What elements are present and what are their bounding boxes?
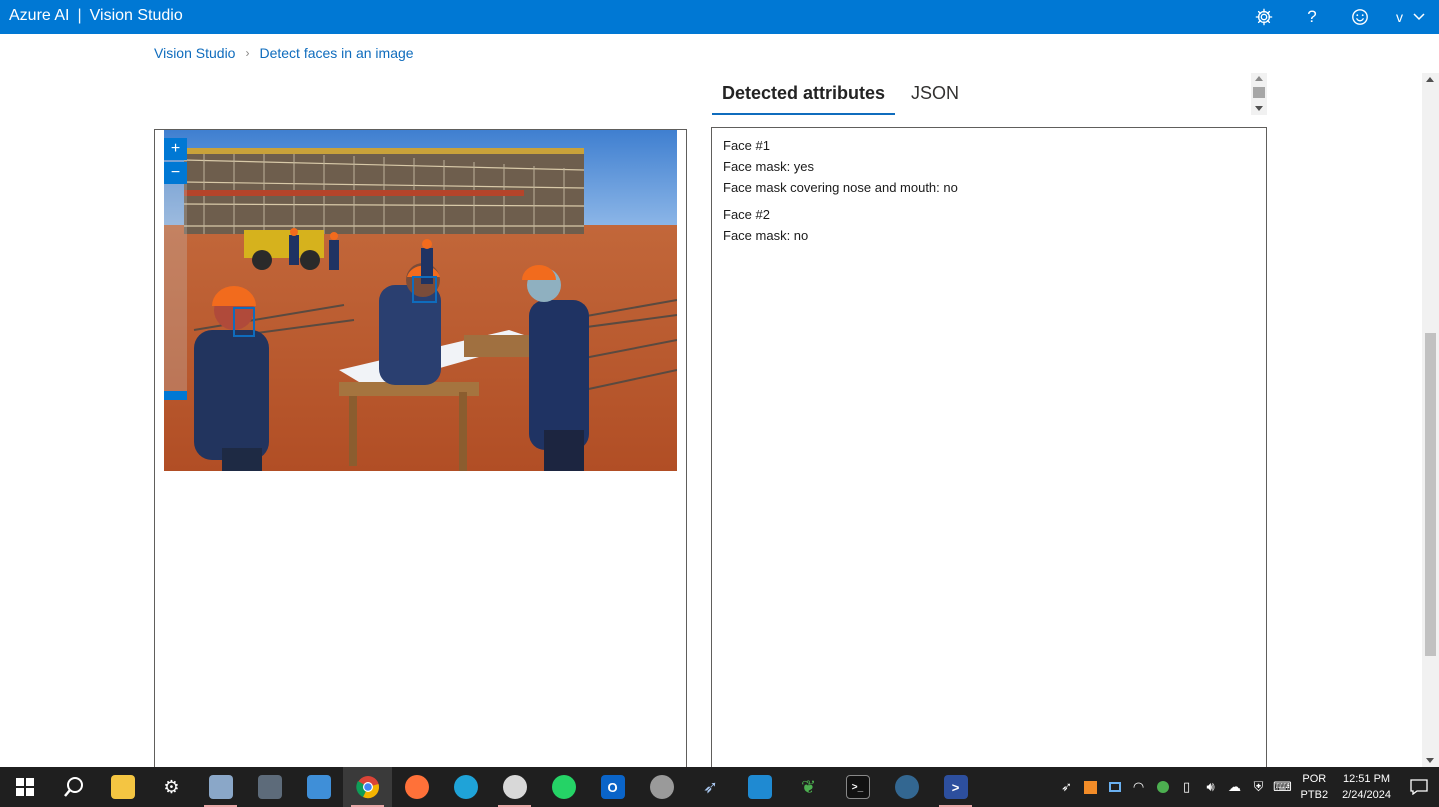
feedback-smiley-icon[interactable] [1336, 0, 1384, 34]
whatsapp-icon[interactable] [539, 767, 588, 807]
zoom-in-button[interactable]: + [164, 138, 187, 160]
store-icon[interactable] [294, 767, 343, 807]
page-scrollbar[interactable] [1422, 73, 1439, 767]
sync-icon[interactable] [1151, 767, 1175, 807]
help-icon[interactable]: ? [1288, 0, 1336, 34]
chevron-down-icon [1413, 13, 1425, 21]
user-initial: v [1396, 9, 1403, 25]
postgres-icon[interactable] [882, 767, 931, 807]
brand-name: Azure AI [9, 7, 70, 24]
search-icon[interactable] [49, 767, 98, 807]
start-icon[interactable] [0, 767, 49, 807]
face-title: Face #2 [723, 207, 770, 222]
file-explorer-icon[interactable] [98, 767, 147, 807]
powershell-icon[interactable]: > [931, 767, 980, 807]
edge-icon[interactable] [441, 767, 490, 807]
clock-time: 12:51 PM [1342, 773, 1391, 785]
tabs-scrollbar[interactable] [1251, 73, 1267, 115]
face-attribute: Face mask covering nose and mouth: no [723, 180, 958, 195]
firefox-icon[interactable] [392, 767, 441, 807]
system-tray: ➶ ◠ ▯ 🔊︎ ☁ ⛨ ⌨ POR PTB2 12:51 PM 2/24/20… [1055, 767, 1439, 807]
keyboard-layout: PTB2 [1300, 789, 1329, 801]
tab-json[interactable]: JSON [901, 77, 969, 115]
result-tabs: Detected attributes JSON [712, 77, 975, 117]
face-attribute: Face mask: no [723, 228, 809, 243]
help-glyph: ? [1307, 7, 1317, 26]
face-attribute: Face mask: yes [723, 159, 815, 174]
breadcrumb: Vision Studio › Detect faces in an image [154, 45, 414, 61]
wifi-icon[interactable]: ◠ [1127, 767, 1151, 807]
settings-icon[interactable]: ⚙ [147, 767, 196, 807]
scroll-thumb[interactable] [1425, 333, 1436, 656]
scroll-thumb[interactable] [1253, 87, 1265, 98]
breadcrumb-vision-studio[interactable]: Vision Studio [154, 45, 235, 61]
calculator-icon[interactable] [245, 767, 294, 807]
photos-icon[interactable] [196, 767, 245, 807]
app-icon[interactable] [637, 767, 686, 807]
paint-icon[interactable] [490, 767, 539, 807]
language-indicator[interactable]: POR PTB2 [1301, 771, 1329, 803]
chevron-right-icon: › [245, 46, 250, 60]
scroll-down-icon[interactable] [1426, 758, 1434, 763]
usb-icon[interactable]: ▯ [1175, 767, 1199, 807]
gear-icon[interactable] [1240, 0, 1288, 34]
mongodb-icon[interactable]: ❦ [784, 767, 833, 807]
brand[interactable]: Azure AI | Vision Studio [9, 7, 183, 25]
keyboard-icon[interactable]: ⌨ [1271, 767, 1295, 807]
scroll-up-icon[interactable] [1255, 76, 1263, 81]
account-menu[interactable]: v [1384, 0, 1439, 34]
zoom-slider[interactable]: + − [164, 138, 187, 400]
volume-icon[interactable]: 🔊︎ [1199, 767, 1223, 807]
zoom-slider-handle[interactable] [164, 391, 187, 400]
face-box-1 [233, 307, 255, 337]
breadcrumb-detect-faces[interactable]: Detect faces in an image [259, 45, 413, 61]
language-code: POR [1302, 773, 1327, 785]
app-tray-icon[interactable] [1079, 767, 1103, 807]
top-bar: Azure AI | Vision Studio ? v [0, 0, 1439, 34]
face-title: Face #1 [723, 138, 770, 153]
shield-icon[interactable]: ⛨ [1247, 767, 1271, 807]
clock-date: 2/24/2024 [1342, 789, 1391, 801]
rocket-icon[interactable]: ➶ [686, 767, 735, 807]
sample-image [164, 130, 677, 471]
face-result-1: Face #1 Face mask: yes Face mask coverin… [723, 135, 1255, 198]
face-result-2: Face #2 Face mask: no [723, 204, 1255, 246]
vscode-icon[interactable] [735, 767, 784, 807]
brand-separator: | [77, 7, 82, 24]
chrome-icon[interactable] [343, 767, 392, 807]
scroll-down-icon[interactable] [1255, 106, 1263, 111]
product-name: Vision Studio [89, 7, 183, 24]
detected-attributes-panel: Face #1 Face mask: yes Face mask coverin… [711, 127, 1267, 787]
outlook-icon[interactable]: O [588, 767, 637, 807]
taskbar: ⚙ O ➶ ❦ >_ > ➶ ◠ ▯ 🔊︎ ☁ ⛨ ⌨ POR PTB2 12:… [0, 767, 1439, 807]
pin-icon[interactable]: ➶ [1055, 767, 1079, 807]
clock[interactable]: 12:51 PM 2/24/2024 [1342, 771, 1391, 803]
scroll-up-icon[interactable] [1426, 77, 1434, 82]
zoom-out-button[interactable]: − [164, 162, 187, 184]
tab-detected-attributes[interactable]: Detected attributes [712, 77, 896, 115]
notification-icon[interactable] [1399, 767, 1439, 807]
cloud-icon[interactable]: ☁ [1223, 767, 1247, 807]
terminal-icon[interactable]: >_ [833, 767, 882, 807]
face-box-2 [412, 276, 437, 303]
image-panel: + − [154, 129, 687, 789]
monitor-icon[interactable] [1103, 767, 1127, 807]
